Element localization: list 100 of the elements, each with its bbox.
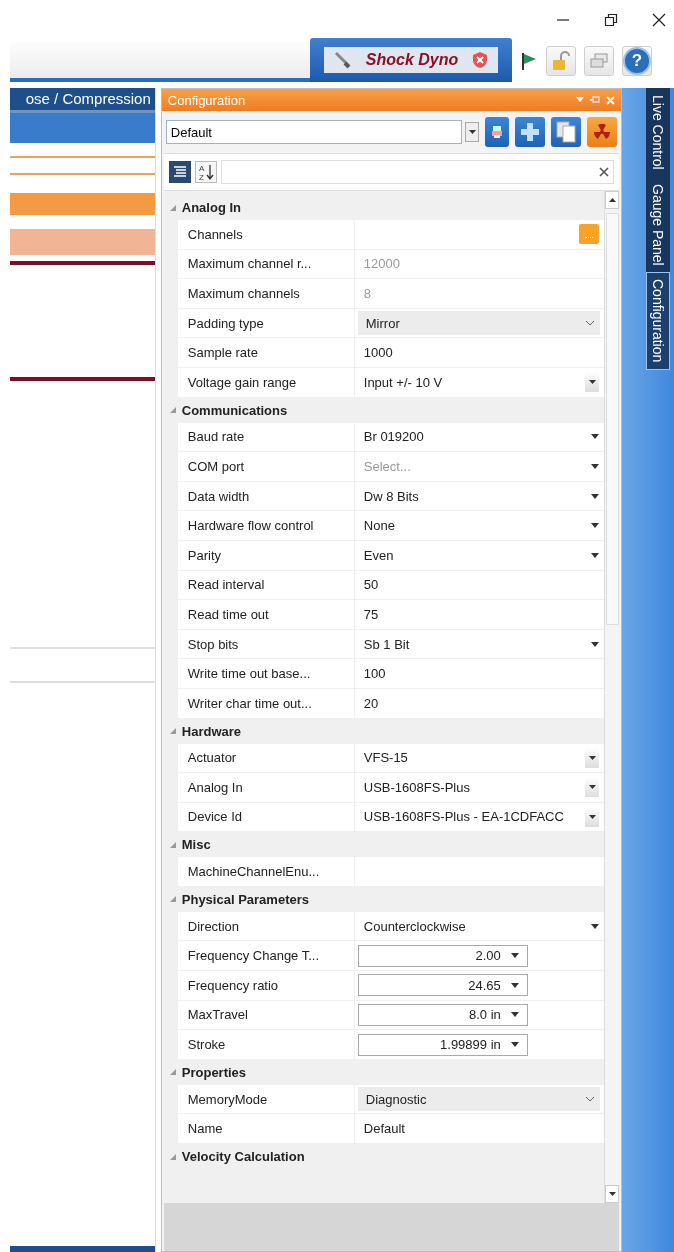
property-value[interactable]: 50 — [363, 577, 379, 593]
category-header: Physical Parameters — [181, 891, 309, 907]
dropdown-button[interactable] — [585, 372, 600, 393]
panel-title: Configuration — [167, 92, 246, 108]
property-value[interactable]: 1000 — [363, 345, 393, 361]
property-value[interactable]: USB-1608FS-Plus - EA-1CDFACC — [363, 809, 564, 825]
clear-icon[interactable] — [599, 167, 610, 177]
property-name: Sample rate — [177, 338, 355, 367]
property-value[interactable]: Br 019200 — [363, 429, 424, 445]
scrollbar[interactable] — [604, 191, 620, 1203]
property-name: Maximum channels — [177, 279, 355, 308]
property-value[interactable]: 75 — [363, 606, 379, 622]
property-name: Actuator — [177, 743, 355, 773]
property-name: Padding type — [177, 308, 355, 338]
property-name: MemoryMode — [177, 1084, 355, 1114]
property-name: Frequency Change T... — [177, 941, 355, 971]
property-value[interactable]: Even — [363, 547, 394, 563]
chevron-icon[interactable] — [586, 320, 595, 326]
dropdown-button[interactable] — [465, 122, 480, 142]
copy-button[interactable] — [551, 117, 582, 147]
category-header: Analog In — [181, 200, 241, 215]
dropdown-button[interactable] — [585, 777, 600, 798]
category-header: Communications — [181, 402, 288, 418]
dropdown-button[interactable] — [585, 747, 600, 768]
category-header: Hardware — [181, 723, 242, 739]
caret-icon — [468, 130, 476, 134]
copy-icon — [556, 121, 577, 143]
property-name: Stop bits — [177, 629, 355, 659]
property-name: Parity — [177, 540, 355, 570]
property-name: Read time out — [177, 600, 355, 629]
property-name: Voltage gain range — [177, 367, 355, 397]
property-value[interactable]: 20 — [363, 695, 379, 711]
property-name: Frequency ratio — [177, 971, 355, 1000]
flag-icon[interactable] — [520, 51, 538, 71]
property-name: Name — [177, 1114, 355, 1144]
property-name: Data width — [177, 481, 355, 511]
property-name: Read interval — [177, 570, 355, 600]
property-name: Analog In — [177, 773, 355, 802]
caret-icon — [510, 1012, 519, 1018]
chevron-icon[interactable] — [586, 1096, 595, 1102]
dropdown-arrow-icon[interactable] — [591, 493, 600, 499]
property-name: Channels — [177, 220, 355, 249]
padlock-icon — [552, 51, 570, 71]
sort-button[interactable]: A Z — [194, 161, 217, 183]
side-tab[interactable]: Live Control — [646, 88, 670, 177]
unit-field[interactable]: 8.0 in — [357, 1003, 528, 1026]
save-button[interactable] — [485, 117, 510, 147]
unit-field[interactable]: 24.65 — [357, 974, 528, 997]
caret-icon — [588, 785, 596, 790]
property-value: 12000 — [363, 256, 400, 272]
shield-icon[interactable] — [472, 51, 489, 69]
unit-field[interactable]: 2.00 — [357, 944, 528, 967]
property-name: Direction — [177, 911, 355, 941]
lock-button[interactable] — [546, 46, 576, 76]
property-name: Maximum channel r... — [177, 249, 355, 279]
property-value[interactable]: Counterclockwise — [363, 918, 466, 934]
property-value[interactable]: Input +/- 10 V — [363, 374, 443, 390]
caret-icon — [510, 982, 519, 988]
add-button[interactable] — [515, 117, 546, 147]
scroll-up-icon[interactable] — [608, 198, 616, 202]
tab-title: Shock Dyno — [365, 51, 459, 69]
property-value[interactable]: Default — [363, 1121, 405, 1137]
caret-icon — [588, 380, 596, 385]
dropdown-arrow-icon[interactable] — [591, 552, 600, 558]
reset-button[interactable] — [587, 117, 618, 147]
search-field[interactable] — [220, 160, 615, 184]
dropdown-arrow-icon[interactable] — [591, 923, 600, 929]
list-icon — [172, 165, 187, 179]
property-name: MaxTravel — [177, 1000, 355, 1030]
restore-icon[interactable] — [604, 13, 618, 27]
property-value[interactable]: Dw 8 Bits — [363, 488, 419, 504]
property-combobox[interactable]: Mirror — [357, 311, 601, 336]
dropdown-arrow-icon[interactable] — [591, 523, 600, 529]
scroll-down-icon[interactable] — [608, 1192, 616, 1196]
dropdown-arrow-icon[interactable] — [591, 641, 600, 647]
printer-icon — [491, 125, 504, 139]
property-value[interactable]: None — [363, 518, 395, 534]
help-button[interactable]: ? — [623, 47, 651, 75]
property-name: Write time out base... — [177, 659, 355, 688]
dropdown-arrow-icon[interactable] — [591, 463, 600, 469]
document-tab[interactable]: Shock Dyno — [310, 38, 512, 82]
caret-icon — [588, 755, 596, 760]
side-tab[interactable]: Configuration — [646, 272, 670, 370]
profile-field[interactable]: Default — [165, 120, 463, 144]
property-combobox[interactable]: Diagnostic — [357, 1087, 601, 1112]
property-value[interactable]: VFS-15 — [363, 750, 408, 766]
side-tab[interactable]: Gauge Panel — [646, 176, 670, 273]
caret-icon — [588, 815, 596, 819]
category-header: Properties — [181, 1064, 247, 1080]
plus-icon — [520, 122, 541, 142]
close-icon[interactable] — [652, 13, 666, 27]
unit-field[interactable]: 1.99899 in — [357, 1033, 528, 1056]
property-value[interactable]: Sb 1 Bit — [363, 636, 410, 652]
dropdown-button[interactable] — [585, 807, 600, 827]
property-value[interactable]: USB-1608FS-Plus — [363, 779, 470, 795]
property-name: Stroke — [177, 1030, 355, 1059]
categorized-button[interactable] — [168, 161, 191, 183]
caret-icon — [510, 953, 519, 959]
property-value[interactable]: 100 — [363, 666, 386, 682]
dropdown-arrow-icon[interactable] — [591, 434, 600, 440]
